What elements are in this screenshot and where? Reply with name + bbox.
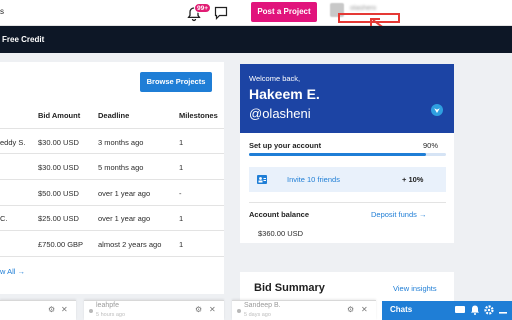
invite-friends-item[interactable]: Invite 10 friends + 10% (249, 167, 446, 192)
message-icon[interactable] (214, 6, 228, 20)
account-setup-card: Set up your account 90% Invite 10 friend… (240, 133, 454, 243)
post-project-button[interactable]: Post a Project (251, 2, 317, 22)
top-header: s 99+ Post a Project olasheni (0, 0, 512, 39)
row-milestones: 1 (179, 163, 184, 172)
projects-panel: Browse Projects Bid Amount Deadline Mile… (0, 62, 224, 294)
row-bid: $30.00 USD (38, 163, 79, 172)
row-milestones: - (179, 189, 182, 198)
bell-icon[interactable] (469, 304, 481, 316)
chat-tab[interactable]: leahpfe 5 hours ago ⚙ ✕ (84, 300, 224, 320)
browse-projects-button[interactable]: Browse Projects (140, 72, 212, 92)
row-deadline: 5 months ago (98, 163, 144, 172)
row-deadline: over 1 year ago (98, 189, 151, 198)
column-header-deadline: Deadline (98, 111, 130, 120)
row-milestones: 1 (179, 138, 184, 147)
gear-icon[interactable]: ⚙ (48, 305, 55, 314)
close-icon[interactable]: ✕ (61, 305, 68, 314)
row-deadline: almost 2 years ago (98, 240, 162, 249)
chat-tab[interactable]: Sandeep B. 5 days ago ⚙ ✕ (232, 300, 376, 320)
gear-icon[interactable]: ⚙ (347, 305, 354, 314)
row-deadline: over 1 year ago (98, 214, 151, 223)
divider (0, 179, 224, 180)
chat-last-seen: 5 days ago (244, 312, 271, 318)
divider (0, 153, 224, 154)
welcome-card: Welcome back, Hakeem E. @olasheni (240, 64, 454, 133)
invite-friends-link[interactable]: Invite 10 friends (287, 175, 340, 184)
minimize-icon[interactable] (497, 304, 509, 316)
row-bid: £750.00 GBP (38, 240, 84, 249)
chat-last-seen: 5 hours ago (96, 312, 126, 318)
setup-label: Set up your account (249, 141, 322, 150)
user-name: Hakeem E. (249, 86, 320, 102)
gear-icon[interactable] (483, 304, 495, 316)
welcome-greeting: Welcome back, (249, 74, 301, 83)
row-milestones: 1 (179, 240, 184, 249)
close-icon[interactable]: ✕ (209, 305, 216, 314)
free-credit-link[interactable]: Free Credit (2, 35, 44, 44)
setup-progress-bar (249, 153, 446, 156)
gear-icon[interactable]: ⚙ (195, 305, 202, 314)
close-icon[interactable]: ✕ (361, 305, 368, 314)
invite-bonus: + 10% (402, 175, 424, 184)
notification-badge: 99+ (194, 3, 212, 13)
invite-icon (257, 175, 267, 184)
view-insights-link[interactable]: View insights (393, 284, 437, 293)
view-all-link[interactable]: w All → (0, 267, 25, 276)
column-header-milestones: Milestones (179, 111, 218, 120)
verified-icon (431, 104, 443, 116)
message-icon[interactable] (454, 304, 466, 316)
row-bid: $25.00 USD (38, 214, 79, 223)
deposit-funds-link[interactable]: Deposit funds → (371, 210, 426, 219)
divider (249, 202, 446, 203)
row-name[interactable]: C. (0, 214, 8, 223)
status-dot (237, 309, 241, 313)
row-bid: $30.00 USD (38, 138, 79, 147)
chat-contact-name: Sandeep B. (244, 302, 281, 309)
bid-summary-title: Bid Summary (254, 282, 325, 294)
account-balance-value: $360.00 USD (258, 229, 304, 238)
divider (0, 256, 224, 257)
row-bid: $50.00 USD (38, 189, 79, 198)
account-balance-label: Account balance (249, 210, 310, 219)
chat-contact-name: leahpfe (96, 302, 119, 309)
setup-progress-fill (249, 153, 427, 156)
username-blurred[interactable]: olasheni (350, 5, 376, 12)
row-milestones: 1 (179, 214, 184, 223)
chats-label[interactable]: Chats (390, 305, 412, 314)
status-dot (89, 309, 93, 313)
chat-tab[interactable]: ⚙ ✕ (0, 300, 76, 320)
divider (0, 230, 224, 231)
user-handle[interactable]: @olasheni (249, 106, 311, 121)
column-header-bid-amount: Bid Amount (38, 111, 81, 120)
main-navbar: Free Credit (0, 26, 512, 53)
chats-bar[interactable]: Chats (382, 301, 512, 320)
row-deadline: 3 months ago (98, 138, 144, 147)
row-name[interactable]: eddy S. (0, 138, 25, 147)
setup-percent: 90% (423, 141, 439, 150)
divider (0, 205, 224, 206)
divider (0, 128, 224, 129)
header-crumb[interactable]: s (0, 7, 4, 16)
